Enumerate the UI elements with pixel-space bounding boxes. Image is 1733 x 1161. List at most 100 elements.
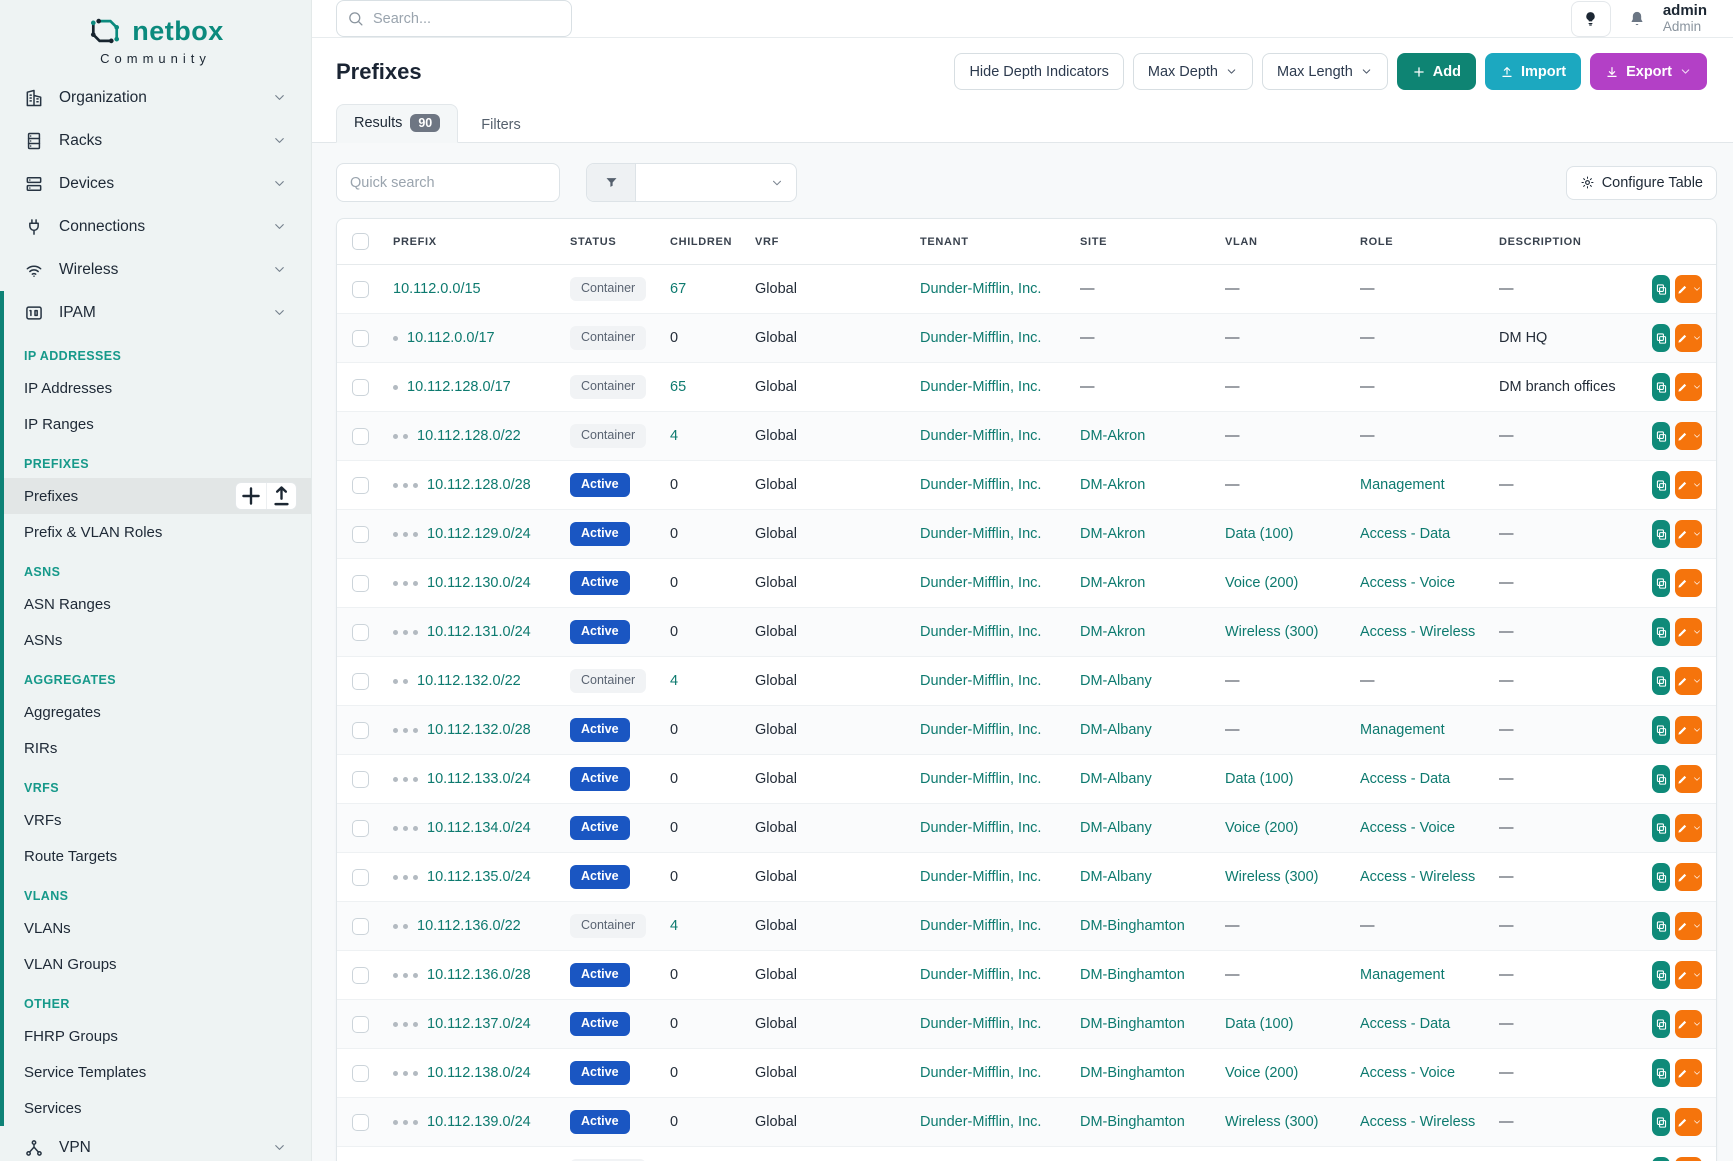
- row-checkbox[interactable]: [352, 1065, 369, 1082]
- add-prefix-button[interactable]: [236, 483, 266, 509]
- clone-button[interactable]: [1652, 569, 1670, 597]
- max-depth-dropdown[interactable]: Max Depth: [1133, 53, 1253, 90]
- site-link[interactable]: DM-Albany: [1080, 771, 1152, 787]
- row-checkbox[interactable]: [352, 967, 369, 984]
- edit-button[interactable]: [1675, 1157, 1702, 1161]
- tenant-link[interactable]: Dunder-Mifflin, Inc.: [920, 330, 1041, 346]
- column-header-prefix[interactable]: PREFIX: [383, 219, 560, 265]
- children-count-link[interactable]: 4: [670, 428, 678, 444]
- row-checkbox[interactable]: [352, 428, 369, 445]
- prefix-link[interactable]: 10.112.135.0/24: [427, 869, 531, 885]
- import-prefix-button[interactable]: [266, 483, 296, 509]
- clone-button[interactable]: [1652, 422, 1670, 450]
- role-link[interactable]: Access - Wireless: [1360, 624, 1475, 640]
- edit-button[interactable]: [1675, 765, 1702, 793]
- vlan-link[interactable]: Wireless (300): [1225, 1114, 1318, 1130]
- column-header-children[interactable]: CHILDREN: [660, 219, 745, 265]
- row-checkbox[interactable]: [352, 281, 369, 298]
- sidebar-item-rirs[interactable]: RIRs: [4, 730, 311, 766]
- children-count-link[interactable]: 67: [670, 281, 686, 297]
- hide-depth-indicators-button[interactable]: Hide Depth Indicators: [954, 53, 1123, 90]
- column-header-status[interactable]: STATUS: [560, 219, 660, 265]
- edit-button[interactable]: [1675, 324, 1702, 352]
- row-checkbox[interactable]: [352, 918, 369, 935]
- column-header-vrf[interactable]: VRF: [745, 219, 910, 265]
- sidebar-item-prefix-vlan-roles[interactable]: Prefix & VLAN Roles: [4, 514, 311, 550]
- site-link[interactable]: DM-Albany: [1080, 869, 1152, 885]
- row-checkbox[interactable]: [352, 477, 369, 494]
- tenant-link[interactable]: Dunder-Mifflin, Inc.: [920, 673, 1041, 689]
- theme-toggle-button[interactable]: [1571, 1, 1611, 37]
- clone-button[interactable]: [1652, 765, 1670, 793]
- export-button[interactable]: Export: [1590, 53, 1707, 90]
- edit-button[interactable]: [1675, 471, 1702, 499]
- row-checkbox[interactable]: [352, 820, 369, 837]
- clone-button[interactable]: [1652, 275, 1670, 303]
- row-checkbox[interactable]: [352, 624, 369, 641]
- sidebar-item-aggregates[interactable]: Aggregates: [4, 694, 311, 730]
- sidebar-item-vlan-groups[interactable]: VLAN Groups: [4, 946, 311, 982]
- tenant-link[interactable]: Dunder-Mifflin, Inc.: [920, 379, 1041, 395]
- sidebar-item-wireless[interactable]: Wireless: [0, 248, 311, 291]
- column-header-site[interactable]: SITE: [1070, 219, 1215, 265]
- clone-button[interactable]: [1652, 716, 1670, 744]
- role-link[interactable]: Management: [1360, 722, 1445, 738]
- site-link[interactable]: DM-Akron: [1080, 428, 1145, 444]
- sidebar-item-ip-ranges[interactable]: IP Ranges: [4, 406, 311, 442]
- sidebar-item-prefixes[interactable]: Prefixes: [4, 478, 311, 514]
- row-checkbox[interactable]: [352, 330, 369, 347]
- sidebar-item-asn-ranges[interactable]: ASN Ranges: [4, 586, 311, 622]
- prefix-link[interactable]: 10.112.129.0/24: [427, 526, 531, 542]
- site-link[interactable]: DM-Binghamton: [1080, 967, 1185, 983]
- vlan-link[interactable]: Wireless (300): [1225, 624, 1318, 640]
- tenant-link[interactable]: Dunder-Mifflin, Inc.: [920, 967, 1041, 983]
- prefix-link[interactable]: 10.112.134.0/24: [427, 820, 531, 836]
- tenant-link[interactable]: Dunder-Mifflin, Inc.: [920, 722, 1041, 738]
- prefix-link[interactable]: 10.112.132.0/22: [417, 673, 521, 689]
- site-link[interactable]: DM-Albany: [1080, 722, 1152, 738]
- row-checkbox[interactable]: [352, 1016, 369, 1033]
- role-link[interactable]: Access - Voice: [1360, 575, 1455, 591]
- sidebar-item-ipam[interactable]: IPAM: [4, 291, 311, 334]
- add-button[interactable]: Add: [1397, 53, 1476, 90]
- clone-button[interactable]: [1652, 618, 1670, 646]
- edit-button[interactable]: [1675, 814, 1702, 842]
- row-checkbox[interactable]: [352, 1114, 369, 1131]
- tenant-link[interactable]: Dunder-Mifflin, Inc.: [920, 281, 1041, 297]
- quick-search-input[interactable]: [336, 163, 560, 202]
- clone-button[interactable]: [1652, 912, 1670, 940]
- prefix-link[interactable]: 10.112.128.0/22: [417, 428, 521, 444]
- clone-button[interactable]: [1652, 1157, 1670, 1161]
- prefix-link[interactable]: 10.112.138.0/24: [427, 1065, 531, 1081]
- prefix-link[interactable]: 10.112.136.0/28: [427, 967, 531, 983]
- sidebar-item-racks[interactable]: Racks: [0, 119, 311, 162]
- tenant-link[interactable]: Dunder-Mifflin, Inc.: [920, 1016, 1041, 1032]
- edit-button[interactable]: [1675, 618, 1702, 646]
- sidebar-item-vlans[interactable]: VLANs: [4, 910, 311, 946]
- tab-results[interactable]: Results 90: [336, 104, 458, 143]
- tenant-link[interactable]: Dunder-Mifflin, Inc.: [920, 477, 1041, 493]
- edit-button[interactable]: [1675, 667, 1702, 695]
- clone-button[interactable]: [1652, 863, 1670, 891]
- column-header-description[interactable]: DESCRIPTION: [1489, 219, 1642, 265]
- sidebar-item-fhrp-groups[interactable]: FHRP Groups: [4, 1018, 311, 1054]
- prefix-link[interactable]: 10.112.139.0/24: [427, 1114, 531, 1130]
- site-link[interactable]: DM-Binghamton: [1080, 1065, 1185, 1081]
- edit-button[interactable]: [1675, 1108, 1702, 1136]
- sidebar-item-ip-addresses[interactable]: IP Addresses: [4, 370, 311, 406]
- role-link[interactable]: Management: [1360, 967, 1445, 983]
- clone-button[interactable]: [1652, 1108, 1670, 1136]
- tenant-link[interactable]: Dunder-Mifflin, Inc.: [920, 428, 1041, 444]
- prefix-link[interactable]: 10.112.133.0/24: [427, 771, 531, 787]
- role-link[interactable]: Access - Data: [1360, 771, 1450, 787]
- vlan-link[interactable]: Data (100): [1225, 771, 1294, 787]
- row-checkbox[interactable]: [352, 575, 369, 592]
- edit-button[interactable]: [1675, 912, 1702, 940]
- column-header-vlan[interactable]: VLAN: [1215, 219, 1350, 265]
- vlan-link[interactable]: Voice (200): [1225, 575, 1298, 591]
- edit-button[interactable]: [1675, 520, 1702, 548]
- brand[interactable]: netbox Community: [0, 0, 311, 76]
- clone-button[interactable]: [1652, 520, 1670, 548]
- role-link[interactable]: Access - Voice: [1360, 820, 1455, 836]
- tenant-link[interactable]: Dunder-Mifflin, Inc.: [920, 820, 1041, 836]
